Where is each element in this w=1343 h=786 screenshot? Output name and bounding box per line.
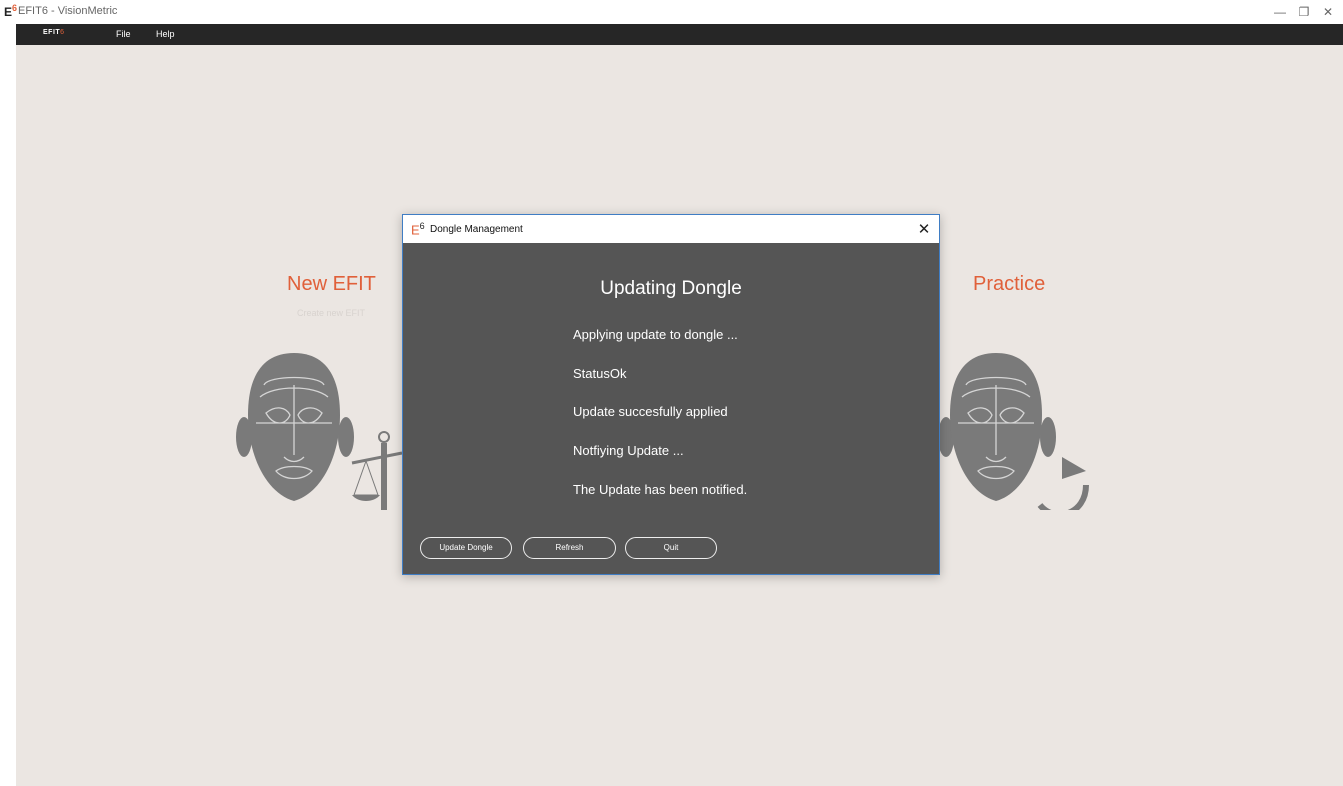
dongle-management-dialog: E6 Dongle Management ✕ Updating Dongle A… xyxy=(402,214,940,575)
face-refresh-icon xyxy=(938,353,1089,510)
close-window-button[interactable]: ✕ xyxy=(1310,0,1343,24)
status-line: The Update has been notified. xyxy=(573,482,748,497)
dialog-app-icon: E6 xyxy=(411,221,425,238)
os-titlebar: E6 EFIT6 - VisionMetric — ❐ ✕ xyxy=(0,0,1343,24)
status-line: StatusOk xyxy=(573,366,627,381)
app-icon: E6 xyxy=(4,3,18,19)
face-scales-icon xyxy=(236,353,403,510)
refresh-button[interactable]: Refresh xyxy=(523,537,616,559)
status-line: Notfiying Update ... xyxy=(573,443,684,458)
efit-logo: EFIT6 xyxy=(43,29,65,36)
menu-file[interactable]: File xyxy=(116,29,131,39)
menubar: EFIT6 File Help xyxy=(16,24,1343,45)
dialog-close-icon[interactable]: ✕ xyxy=(915,220,933,238)
dialog-titlebar: E6 Dongle Management ✕ xyxy=(403,215,939,243)
new-efit-subtitle: Create new EFIT xyxy=(297,308,366,318)
update-dongle-button[interactable]: Update Dongle xyxy=(420,537,512,559)
new-efit-title: New EFIT xyxy=(287,273,376,295)
quit-button[interactable]: Quit xyxy=(625,537,717,559)
dialog-heading: Updating Dongle xyxy=(600,278,742,299)
practice-title: Practice xyxy=(973,273,1046,295)
menu-help[interactable]: Help xyxy=(156,29,175,39)
status-line: Applying update to dongle ... xyxy=(573,327,738,342)
dialog-title: Dongle Management xyxy=(430,224,523,235)
window-title: EFIT6 - VisionMetric xyxy=(18,5,118,17)
status-line: Update succesfully applied xyxy=(573,404,728,419)
